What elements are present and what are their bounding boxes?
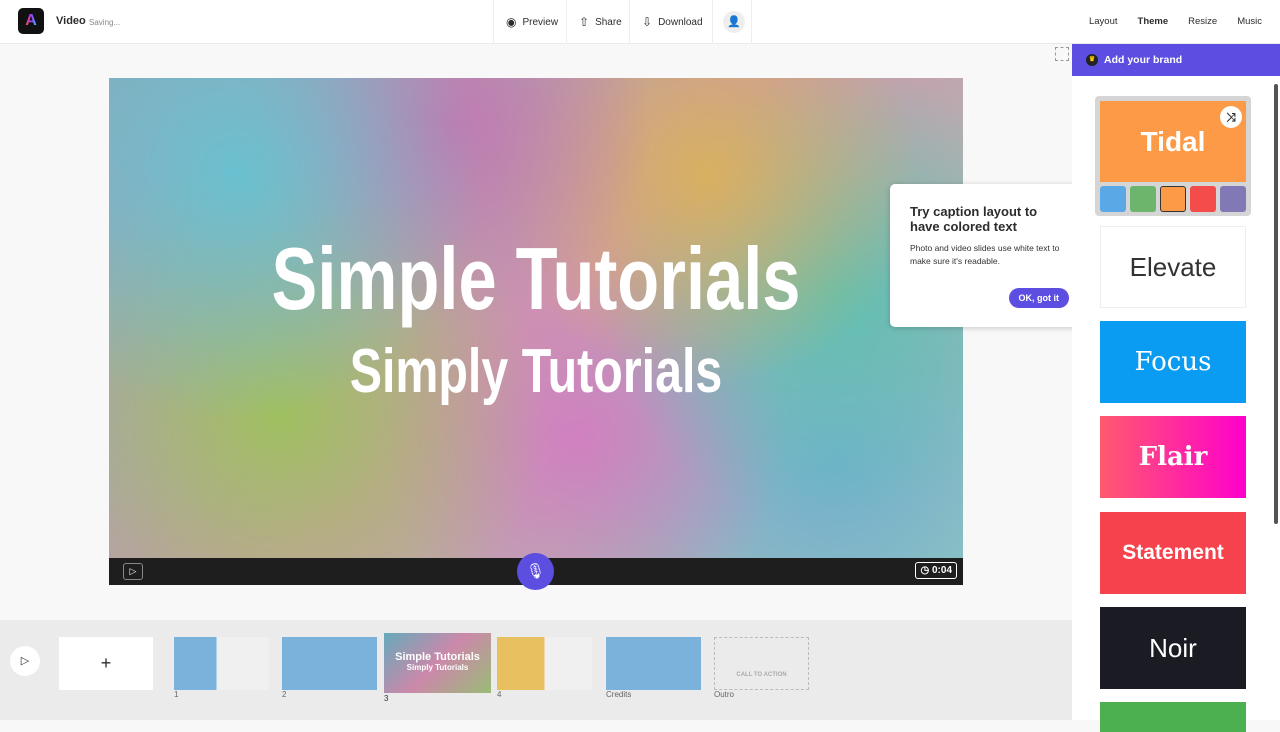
slide-thumb-3[interactable]: Simple Tutorials Simply Tutorials — [384, 633, 491, 693]
duration-button[interactable]: ◷ 0:04 — [915, 562, 957, 579]
share-icon: ⇧ — [579, 15, 590, 29]
slide-label: Outro — [714, 690, 735, 699]
tooltip-body: Photo and video slides use white text to… — [910, 243, 1060, 266]
swatch-purple[interactable] — [1220, 186, 1246, 212]
record-voice-button[interactable]: 🎙 — [517, 553, 554, 590]
play-all-button[interactable]: ▷ — [10, 646, 40, 676]
download-icon: ⇩ — [642, 15, 653, 29]
top-bar: A Video Saving... ◉ Preview ⇧ Share ⇩ Downl… — [0, 0, 1280, 44]
timeline: ▷ + 1 2 Simple Tutorials Simply Tutorial… — [0, 620, 1072, 720]
add-user-icon: 👤 — [723, 11, 745, 33]
theme-elevate[interactable]: Elevate — [1100, 226, 1246, 308]
swatch-red[interactable] — [1190, 186, 1216, 212]
right-tabs: Layout Theme Resize Music — [1089, 16, 1262, 27]
theme-tidal-selected[interactable]: Tidal ⤨ — [1095, 96, 1251, 216]
swatch-orange[interactable] — [1160, 186, 1186, 212]
slide-thumb-credits[interactable] — [606, 637, 701, 690]
save-status: Saving... — [89, 18, 121, 27]
theme-tidal[interactable]: Tidal ⤨ — [1100, 101, 1246, 182]
preview-button[interactable]: ◉ Preview — [493, 0, 570, 44]
slide-title[interactable]: Simple Tutorials — [203, 228, 869, 330]
slide-thumb-4[interactable] — [497, 637, 592, 690]
microphone-icon: 🎙 — [525, 563, 546, 580]
theme-statement[interactable]: Statement — [1100, 512, 1246, 594]
invite-button[interactable]: 👤 — [712, 0, 752, 44]
caption-tooltip: Try caption layout to have colored text … — [890, 184, 1090, 327]
theme-flair[interactable]: Flair — [1100, 416, 1246, 498]
project-title[interactable]: Video — [56, 15, 86, 27]
slide-label: 4 — [497, 690, 502, 699]
swatch-green[interactable] — [1130, 186, 1156, 212]
theme-noir[interactable]: Noir — [1100, 607, 1246, 689]
theme-next[interactable] — [1100, 702, 1246, 732]
tab-resize[interactable]: Resize — [1188, 16, 1217, 27]
swatch-blue[interactable] — [1100, 186, 1126, 212]
add-slide-button[interactable]: + — [59, 637, 153, 690]
slide-thumb-1[interactable] — [174, 637, 269, 690]
tab-theme[interactable]: Theme — [1138, 16, 1169, 27]
shuffle-icon[interactable]: ⤨ — [1220, 106, 1242, 128]
slide-canvas[interactable]: Simple Tutorials Simply Tutorials — [109, 78, 963, 558]
slide-label: 1 — [174, 690, 179, 699]
eye-icon: ◉ — [506, 15, 517, 29]
theme-panel: ♛ Add your brand Tidal ⤨ Elevate Focus Fla… — [1072, 44, 1280, 732]
slide-label: 3 — [384, 694, 389, 703]
play-icon[interactable]: ▷ — [123, 563, 143, 580]
crown-icon: ♛ — [1086, 54, 1098, 66]
tab-layout[interactable]: Layout — [1089, 16, 1118, 27]
slide-thumb-2[interactable] — [282, 637, 377, 690]
theme-focus[interactable]: Focus — [1100, 321, 1246, 403]
slide-thumb-outro[interactable]: CALL TO ACTION — [714, 637, 809, 690]
share-button[interactable]: ⇧ Share — [566, 0, 634, 44]
download-button[interactable]: ⇩ Download — [629, 0, 715, 44]
slide-label: Credits — [606, 690, 632, 699]
app-logo[interactable]: A — [18, 8, 44, 34]
fit-screen-icon[interactable] — [1055, 47, 1069, 61]
tooltip-title: Try caption layout to have colored text — [910, 204, 1038, 234]
ok-got-it-button[interactable]: OK, got it — [1008, 288, 1069, 308]
add-brand-banner[interactable]: ♛ Add your brand — [1072, 44, 1280, 76]
slide-label: 2 — [282, 690, 287, 699]
scrollbar[interactable] — [1274, 84, 1278, 524]
slide-subtitle[interactable]: Simply Tutorials — [203, 336, 869, 407]
tab-music[interactable]: Music — [1237, 16, 1262, 27]
